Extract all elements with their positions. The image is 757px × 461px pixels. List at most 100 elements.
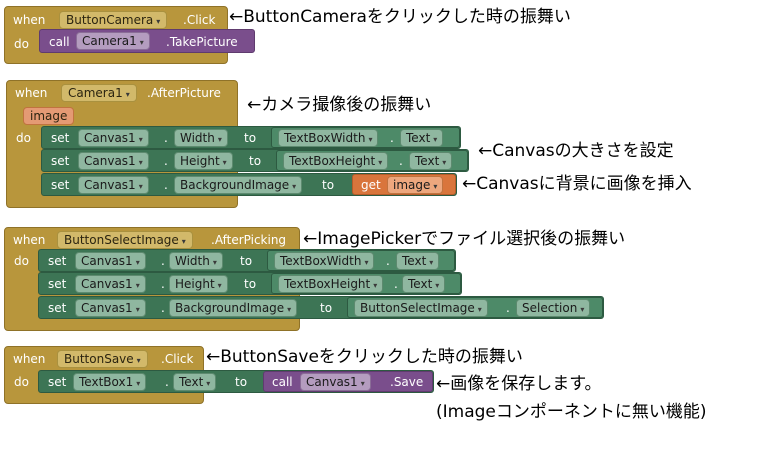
component-dropdown[interactable]: ButtonSave ▾ [57, 350, 148, 368]
set-block-textbox-text[interactable]: set TextBox1 ▾ . Text ▾ to call Canvas1 ▾ .… [38, 370, 434, 393]
annotation-4: ←Canvasに背景に画像を挿入 [462, 174, 692, 194]
component-dropdown[interactable]: ButtonCamera ▾ [59, 11, 168, 29]
value-getter-block[interactable]: TextBoxWidth ▾ . Text ▾ [267, 250, 455, 271]
dot: . [394, 277, 398, 291]
dot: . [165, 375, 169, 389]
source-property-label: Text [408, 277, 433, 291]
event-name: .AfterPicture [147, 86, 221, 100]
source-property-label: Text [415, 154, 440, 168]
set-block-height[interactable]: set Canvas1 ▾ . Height ▾ to TextBoxHeight ▾… [41, 149, 469, 172]
variable-dropdown[interactable]: image ▾ [387, 176, 444, 194]
chevron-down-icon: ▾ [378, 158, 383, 167]
source-dropdown[interactable]: TextBoxHeight ▾ [283, 152, 389, 170]
source-property-dropdown[interactable]: Text ▾ [400, 129, 444, 147]
source-dropdown[interactable]: TextBoxWidth ▾ [274, 252, 375, 270]
chevron-down-icon: ▾ [136, 356, 141, 365]
param-label: image [30, 109, 68, 123]
property-label: Height [180, 154, 220, 168]
property-dropdown[interactable]: Height ▾ [174, 152, 233, 170]
to-keyword: to [240, 254, 253, 268]
property-dropdown[interactable]: Width ▾ [169, 252, 223, 270]
source-property-dropdown[interactable]: Text ▾ [409, 152, 453, 170]
call-component-dropdown[interactable]: Camera1 ▾ [76, 32, 150, 50]
event-name: .AfterPicking [211, 233, 287, 247]
call-component-label: Canvas1 [306, 375, 358, 389]
value-getter-block[interactable]: TextBoxHeight ▾ . Text ▾ [271, 273, 461, 294]
chevron-down-icon: ▾ [138, 182, 143, 191]
set-block-width[interactable]: set Canvas1 ▾ . Width ▾ to TextBoxWidth ▾ .… [38, 249, 456, 272]
target-dropdown[interactable]: Canvas1 ▾ [78, 129, 149, 147]
chevron-down-icon: ▾ [368, 135, 373, 144]
target-dropdown[interactable]: TextBox1 ▾ [73, 373, 147, 391]
source-dropdown[interactable]: ButtonSelectImage ▾ [354, 299, 488, 317]
chevron-down-icon: ▾ [364, 258, 369, 267]
source-dropdown[interactable]: TextBoxWidth ▾ [278, 129, 379, 147]
source-label: TextBoxWidth [280, 254, 362, 268]
component-dropdown[interactable]: ButtonSelectImage ▾ [57, 231, 193, 249]
chevron-down-icon: ▾ [136, 379, 141, 388]
chevron-down-icon: ▾ [135, 258, 140, 267]
call-block-save[interactable]: call Canvas1 ▾ .Save [263, 371, 433, 392]
to-keyword: to [244, 277, 257, 291]
to-keyword: to [244, 131, 257, 145]
property-dropdown[interactable]: BackgroundImage ▾ [169, 299, 298, 317]
chevron-down-icon: ▾ [135, 281, 140, 290]
chevron-down-icon: ▾ [217, 135, 222, 144]
target-label: Canvas1 [84, 154, 136, 168]
source-property-label: Text [402, 254, 427, 268]
set-block-width[interactable]: set Canvas1 ▾ . Width ▾ to TextBoxWidth ▾ .… [41, 126, 461, 149]
source-property-dropdown[interactable]: Text ▾ [402, 275, 446, 293]
call-component-dropdown[interactable]: Canvas1 ▾ [300, 373, 371, 391]
target-dropdown[interactable]: Canvas1 ▾ [78, 176, 149, 194]
annotation-1: ←ButtonCameraをクリックした時の振舞い [229, 7, 571, 27]
variable-label: image [393, 178, 431, 192]
source-property-label: Selection [522, 301, 578, 315]
set-block-backgroundimage[interactable]: set Canvas1 ▾ . BackgroundImage ▾ to get i… [41, 173, 457, 196]
value-getter-block[interactable]: ButtonSelectImage ▾ . Selection ▾ [347, 297, 603, 318]
do-keyword: do [14, 254, 29, 268]
annotation-5: ←ImagePickerでファイル選択後の振舞い [303, 229, 626, 249]
component-label: ButtonSave [64, 352, 134, 366]
property-dropdown[interactable]: Height ▾ [169, 275, 228, 293]
annotation-6: ←ButtonSaveをクリックした時の振舞い [206, 347, 523, 367]
get-keyword: get [361, 178, 381, 192]
value-getter-block[interactable]: TextBoxWidth ▾ . Text ▾ [271, 127, 460, 148]
call-block-takepicture[interactable]: call Camera1 ▾ .TakePicture [39, 29, 255, 53]
call-method: .TakePicture [166, 35, 238, 49]
value-getter-block[interactable]: TextBoxHeight ▾ . Text ▾ [276, 150, 468, 171]
source-dropdown[interactable]: TextBoxHeight ▾ [278, 275, 384, 293]
param-image[interactable]: image [23, 107, 75, 125]
target-dropdown[interactable]: Canvas1 ▾ [75, 275, 146, 293]
get-variable-block[interactable]: get image ▾ [352, 174, 456, 195]
source-property-dropdown[interactable]: Text ▾ [396, 252, 440, 270]
set-keyword: set [51, 154, 70, 168]
property-dropdown[interactable]: Width ▾ [174, 129, 228, 147]
set-block-backgroundimage[interactable]: set Canvas1 ▾ . BackgroundImage ▾ to Butto… [38, 296, 604, 319]
source-property-dropdown[interactable]: Selection ▾ [516, 299, 591, 317]
target-dropdown[interactable]: Canvas1 ▾ [75, 299, 146, 317]
chevron-down-icon: ▾ [138, 135, 143, 144]
target-label: TextBox1 [79, 375, 134, 389]
dot: . [506, 301, 510, 315]
dot: . [390, 131, 394, 145]
set-keyword: set [48, 301, 67, 315]
set-block-height[interactable]: set Canvas1 ▾ . Height ▾ to TextBoxHeight ▾… [38, 272, 462, 295]
dot: . [164, 154, 168, 168]
property-dropdown[interactable]: Text ▾ [173, 373, 217, 391]
property-label: BackgroundImage [180, 178, 290, 192]
property-label: BackgroundImage [175, 301, 285, 315]
property-dropdown[interactable]: BackgroundImage ▾ [174, 176, 303, 194]
component-dropdown[interactable]: Camera1 ▾ [61, 84, 137, 102]
when-keyword: when [13, 233, 46, 247]
when-keyword: when [13, 352, 46, 366]
call-component-label: Camera1 [82, 34, 137, 48]
target-label: Canvas1 [81, 254, 133, 268]
set-keyword: set [48, 277, 67, 291]
to-keyword: to [249, 154, 262, 168]
property-label: Text [179, 375, 204, 389]
target-dropdown[interactable]: Canvas1 ▾ [78, 152, 149, 170]
when-keyword: when [13, 13, 46, 27]
target-dropdown[interactable]: Canvas1 ▾ [75, 252, 146, 270]
chevron-down-icon: ▾ [135, 305, 140, 314]
chevron-down-icon: ▾ [433, 182, 438, 191]
